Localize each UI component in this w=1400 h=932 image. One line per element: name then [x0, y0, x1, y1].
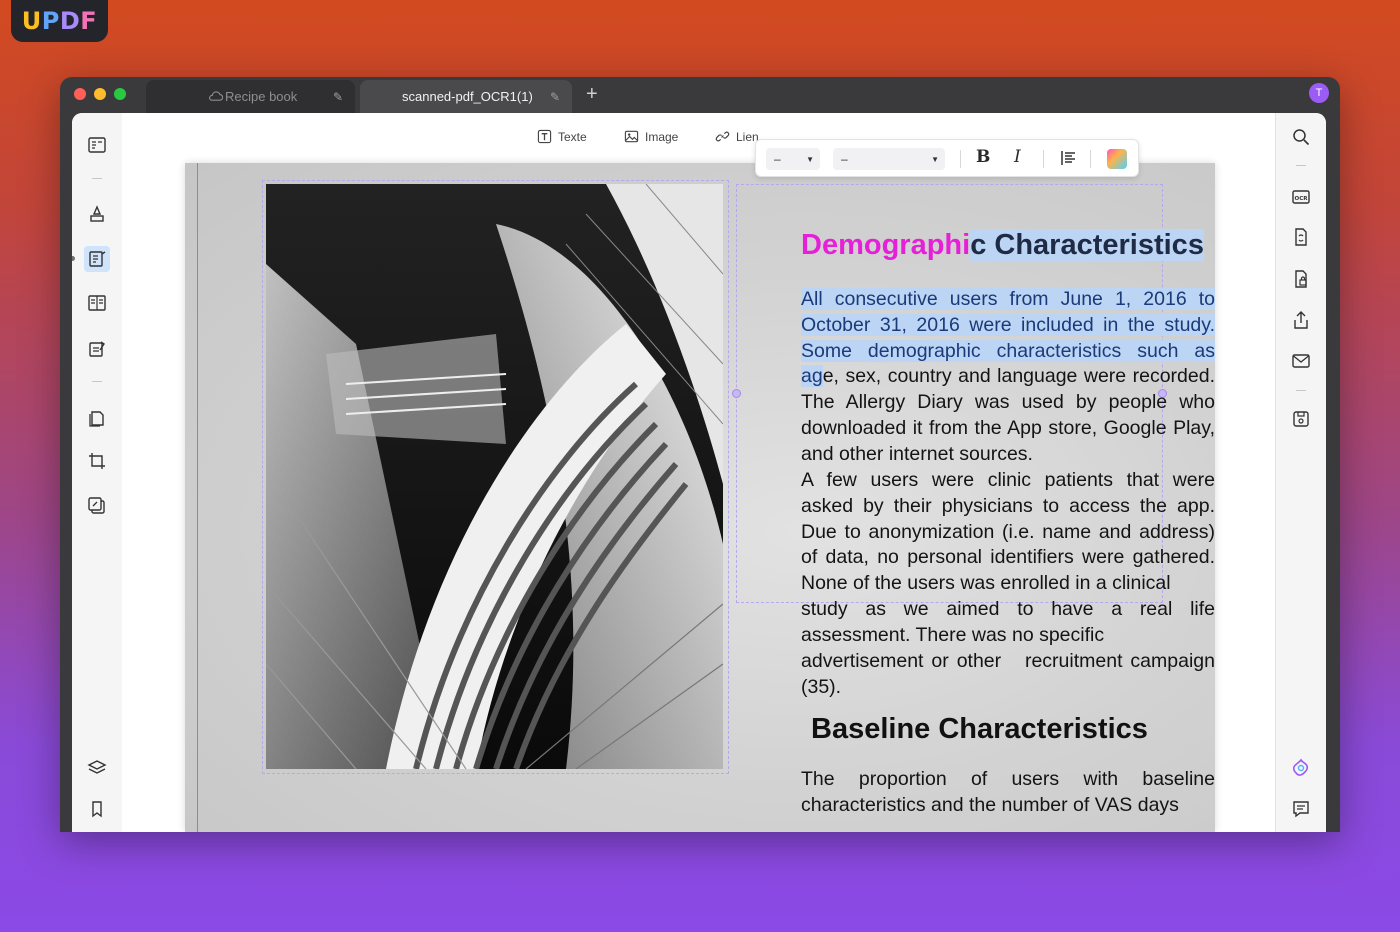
text-line: (35). — [801, 675, 842, 698]
heading-demographic-characteristics[interactable]: Demographic Characteristics — [801, 229, 1204, 262]
bold-button[interactable]: B — [976, 147, 990, 167]
heading-selected-text: Characteristics — [986, 229, 1204, 261]
ocr-icon[interactable]: OCR — [1290, 186, 1312, 208]
pdf-page: Demographic Characteristics All consecut… — [185, 163, 1215, 832]
text-format-toolbar: – ▼ – ▼ B I — [755, 139, 1139, 177]
protect-icon[interactable] — [86, 495, 108, 517]
text-color-picker[interactable] — [1107, 149, 1127, 169]
divider — [960, 150, 961, 168]
divider — [1090, 150, 1091, 168]
heading-pink-text: Demographi — [801, 229, 971, 261]
text-line: A few users were clinic patients that we… — [801, 469, 1215, 491]
save-icon[interactable] — [1290, 408, 1312, 430]
search-icon[interactable] — [1290, 126, 1312, 148]
maximize-window-button[interactable] — [114, 88, 126, 100]
page-tools-icon[interactable] — [86, 407, 108, 429]
paragraph-4[interactable]: The proportion of users with baseline ch… — [801, 767, 1215, 819]
tab-recipe-book[interactable]: Recipe book ✎ — [146, 80, 355, 113]
layers-icon[interactable] — [86, 757, 108, 779]
tab-scanned-pdf[interactable]: scanned-pdf_OCR1(1) ✎ — [360, 80, 572, 113]
share-icon[interactable] — [1290, 309, 1312, 331]
edit-pencil-icon[interactable]: ✎ — [333, 90, 343, 104]
text-line: The proportion of users with baseline — [801, 768, 1215, 790]
page-scan-edge — [197, 163, 198, 832]
text-line: asked by their physicians to access the … — [801, 494, 1215, 517]
resize-handle[interactable] — [732, 389, 741, 398]
add-image-label: Image — [645, 129, 679, 144]
left-sidebar — [72, 113, 123, 832]
ai-assistant-icon[interactable] — [1290, 757, 1312, 779]
text-line: None of the users was enrolled in a clin… — [801, 572, 1171, 595]
heading-selected-pink-text: c — [970, 229, 987, 261]
text-line: assessment. There was no specific — [801, 623, 1105, 646]
comment-icon[interactable] — [1290, 798, 1312, 820]
highlighter-icon[interactable] — [86, 202, 108, 224]
chevron-down-icon: ▼ — [806, 154, 814, 164]
edit-pencil-icon[interactable]: ✎ — [550, 90, 560, 104]
text-line-selected: ag — [801, 365, 823, 388]
text-line: Due to anonymization (i.e. name and addr… — [801, 520, 1215, 543]
document-canvas: Texte Image Lien Demographic Characteris… — [122, 113, 1276, 832]
tab-label: scanned-pdf_OCR1(1) — [402, 89, 533, 104]
organize-pages-icon[interactable] — [86, 292, 108, 314]
mail-icon[interactable] — [1290, 350, 1312, 372]
updf-logo: UPDF — [11, 0, 108, 42]
heading-baseline-characteristics[interactable]: Baseline Characteristics — [811, 713, 1148, 746]
text-line: All consecutive users from June 1, 2016 … — [801, 288, 1215, 310]
paragraph-2[interactable]: A few users were clinic patients that we… — [801, 468, 1215, 649]
image-icon — [624, 130, 639, 143]
add-link-button[interactable]: Lien — [715, 129, 759, 144]
text-line: The Allergy Diary was used by people who — [801, 391, 1215, 414]
add-image-button[interactable]: Image — [624, 129, 678, 144]
app-window: Recipe book ✎ scanned-pdf_OCR1(1) ✎ + T — [60, 77, 1340, 832]
divider — [1043, 150, 1044, 168]
convert-icon[interactable] — [1290, 226, 1312, 248]
minimize-window-button[interactable] — [94, 88, 106, 100]
chevron-down-icon: ▼ — [931, 154, 939, 164]
fill-sign-icon[interactable] — [86, 338, 108, 360]
bookmark-icon[interactable] — [86, 798, 108, 820]
reader-mode-icon[interactable] — [86, 134, 108, 156]
close-window-button[interactable] — [74, 88, 86, 100]
text-line: downloaded it from the App store, Google… — [801, 416, 1215, 439]
main-content: Texte Image Lien Demographic Characteris… — [72, 113, 1326, 832]
link-icon — [715, 131, 730, 142]
text-line: e, sex, country and language were record… — [822, 365, 1215, 388]
paragraph-3[interactable]: advertisement or other recruitment campa… — [801, 649, 1215, 701]
svg-text:OCR: OCR — [1295, 196, 1309, 202]
paragraph-1[interactable]: All consecutive users from June 1, 2016 … — [801, 287, 1215, 468]
text-line: study as we aimed to have a real life — [801, 597, 1215, 620]
divider — [92, 381, 102, 382]
active-indicator — [72, 256, 75, 261]
title-bar: Recipe book ✎ scanned-pdf_OCR1(1) ✎ + T — [60, 77, 1340, 113]
cloud-icon — [208, 89, 224, 105]
avatar[interactable]: T — [1309, 83, 1329, 103]
crop-icon[interactable] — [86, 450, 108, 472]
right-sidebar: OCR — [1275, 113, 1326, 832]
add-text-button[interactable]: Texte — [537, 129, 587, 144]
font-family-value: – — [841, 152, 848, 166]
text-icon — [537, 129, 552, 144]
text-line: October 31, 2016 were included in the st… — [801, 313, 1215, 336]
text-line: advertisement or other recruitment campa… — [801, 650, 1215, 672]
edit-pdf-icon[interactable] — [84, 246, 110, 272]
font-size-value: – — [774, 152, 781, 166]
text-line: of data, no personal identifiers were ga… — [801, 546, 1215, 569]
text-line: characteristics and the number of VAS da… — [801, 793, 1179, 816]
text-line: Some demographic characteristics such as — [801, 339, 1215, 362]
add-text-label: Texte — [558, 129, 587, 144]
font-family-select[interactable]: – ▼ — [833, 148, 945, 170]
align-left-icon[interactable] — [1060, 149, 1078, 172]
image-selection-box[interactable] — [262, 180, 729, 774]
text-line: and other internet sources. — [801, 442, 1033, 465]
divider — [1296, 390, 1306, 391]
divider — [92, 178, 102, 179]
divider — [1296, 165, 1306, 166]
font-size-select[interactable]: – ▼ — [766, 148, 820, 170]
tab-label: Recipe book — [225, 89, 298, 104]
architecture-photo[interactable] — [266, 184, 723, 769]
protect-document-icon[interactable] — [1290, 268, 1312, 290]
italic-button[interactable]: I — [1014, 147, 1021, 167]
add-tab-button[interactable]: + — [586, 83, 598, 106]
